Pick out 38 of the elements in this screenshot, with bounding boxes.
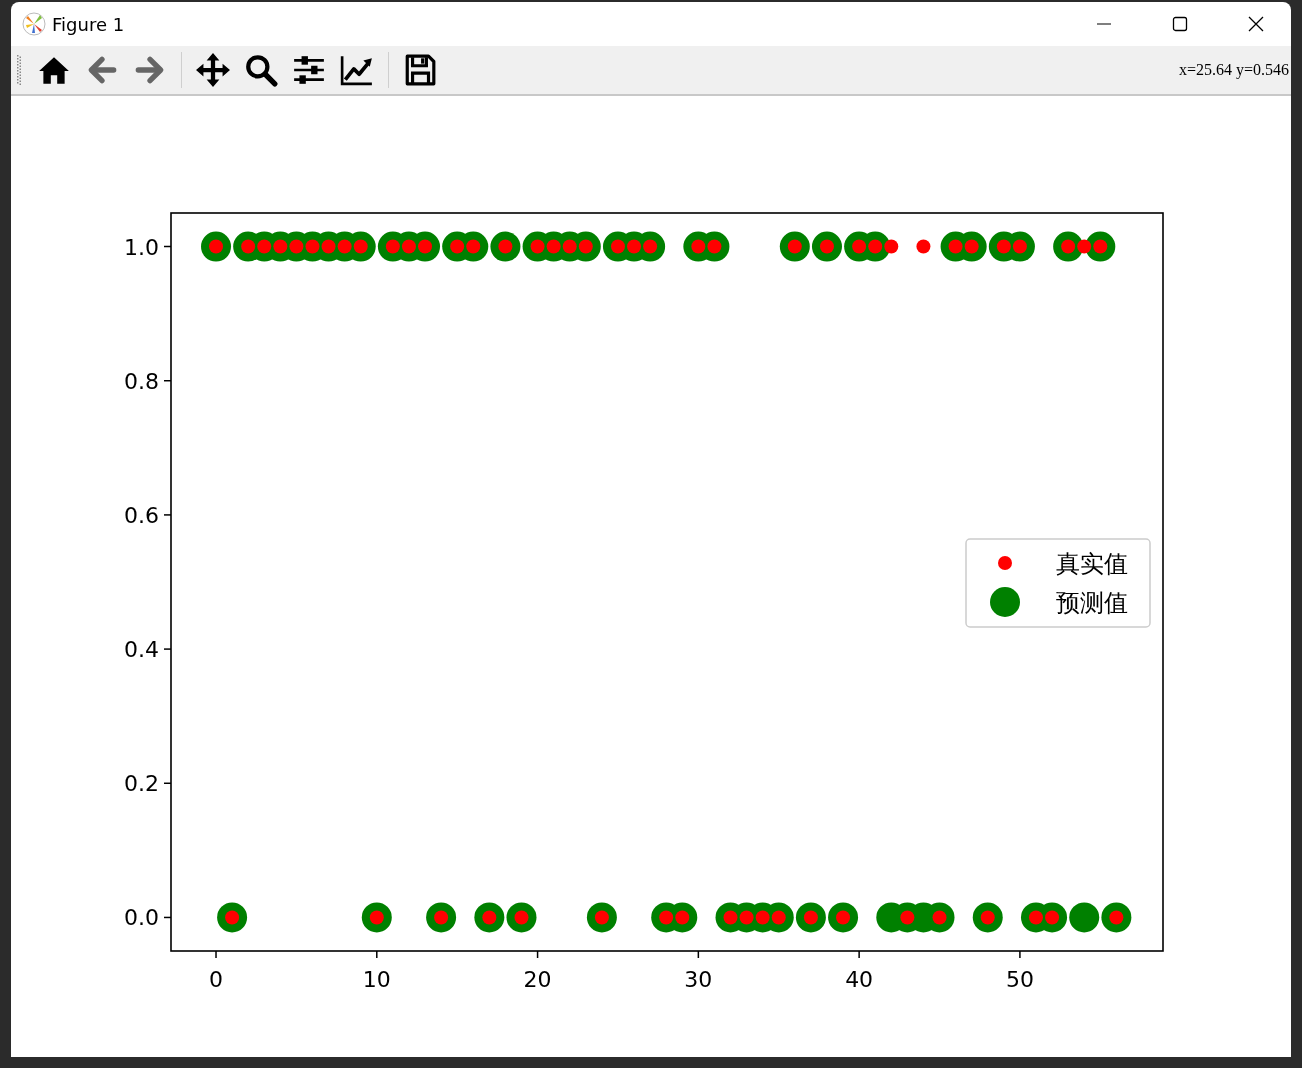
- tick-label: 20: [523, 967, 552, 992]
- tick-mark: [163, 380, 172, 382]
- tick-label: 1.0: [124, 234, 159, 260]
- data-point: [1069, 902, 1100, 933]
- tick-mark: [163, 782, 172, 784]
- toolbar-grip-icon[interactable]: [17, 55, 21, 85]
- legend-label: 预测值: [1056, 589, 1128, 617]
- tick-mark: [858, 950, 860, 959]
- tick-label: 0.6: [124, 502, 159, 528]
- tick-label: 50: [1005, 967, 1034, 992]
- tick-label: 0: [209, 967, 223, 992]
- search-icon[interactable]: [244, 53, 278, 87]
- tick-mark: [163, 245, 172, 248]
- tick-label: 0.4: [124, 637, 159, 663]
- data-point: [916, 239, 931, 254]
- move-arrows-icon[interactable]: [196, 53, 230, 87]
- line-chart-icon[interactable]: [340, 53, 374, 87]
- sliders-icon[interactable]: [292, 53, 326, 87]
- app-icon: [22, 12, 46, 36]
- window-title: Figure 1: [52, 13, 125, 35]
- tick-label: 30: [684, 967, 713, 992]
- legend-label: 真实值: [1056, 550, 1128, 578]
- tick-mark: [163, 916, 172, 919]
- cursor-coordinates: x=25.64 y=0.546: [1178, 61, 1290, 79]
- close-icon[interactable]: [1248, 16, 1264, 32]
- tick-label: 0.0: [124, 905, 159, 931]
- tick-label: 40: [845, 967, 874, 992]
- tick-mark: [536, 950, 539, 959]
- tick-mark: [163, 514, 172, 516]
- tick-label: 0.8: [124, 368, 159, 394]
- tick-mark: [1019, 950, 1021, 959]
- tick-mark: [215, 950, 217, 959]
- tick-mark: [163, 648, 172, 650]
- tick-label: 10: [362, 967, 391, 992]
- maximize-icon[interactable]: [1172, 16, 1188, 32]
- tick-mark: [697, 950, 700, 959]
- tick-mark: [376, 950, 378, 959]
- tick-label: 0.2: [124, 771, 159, 797]
